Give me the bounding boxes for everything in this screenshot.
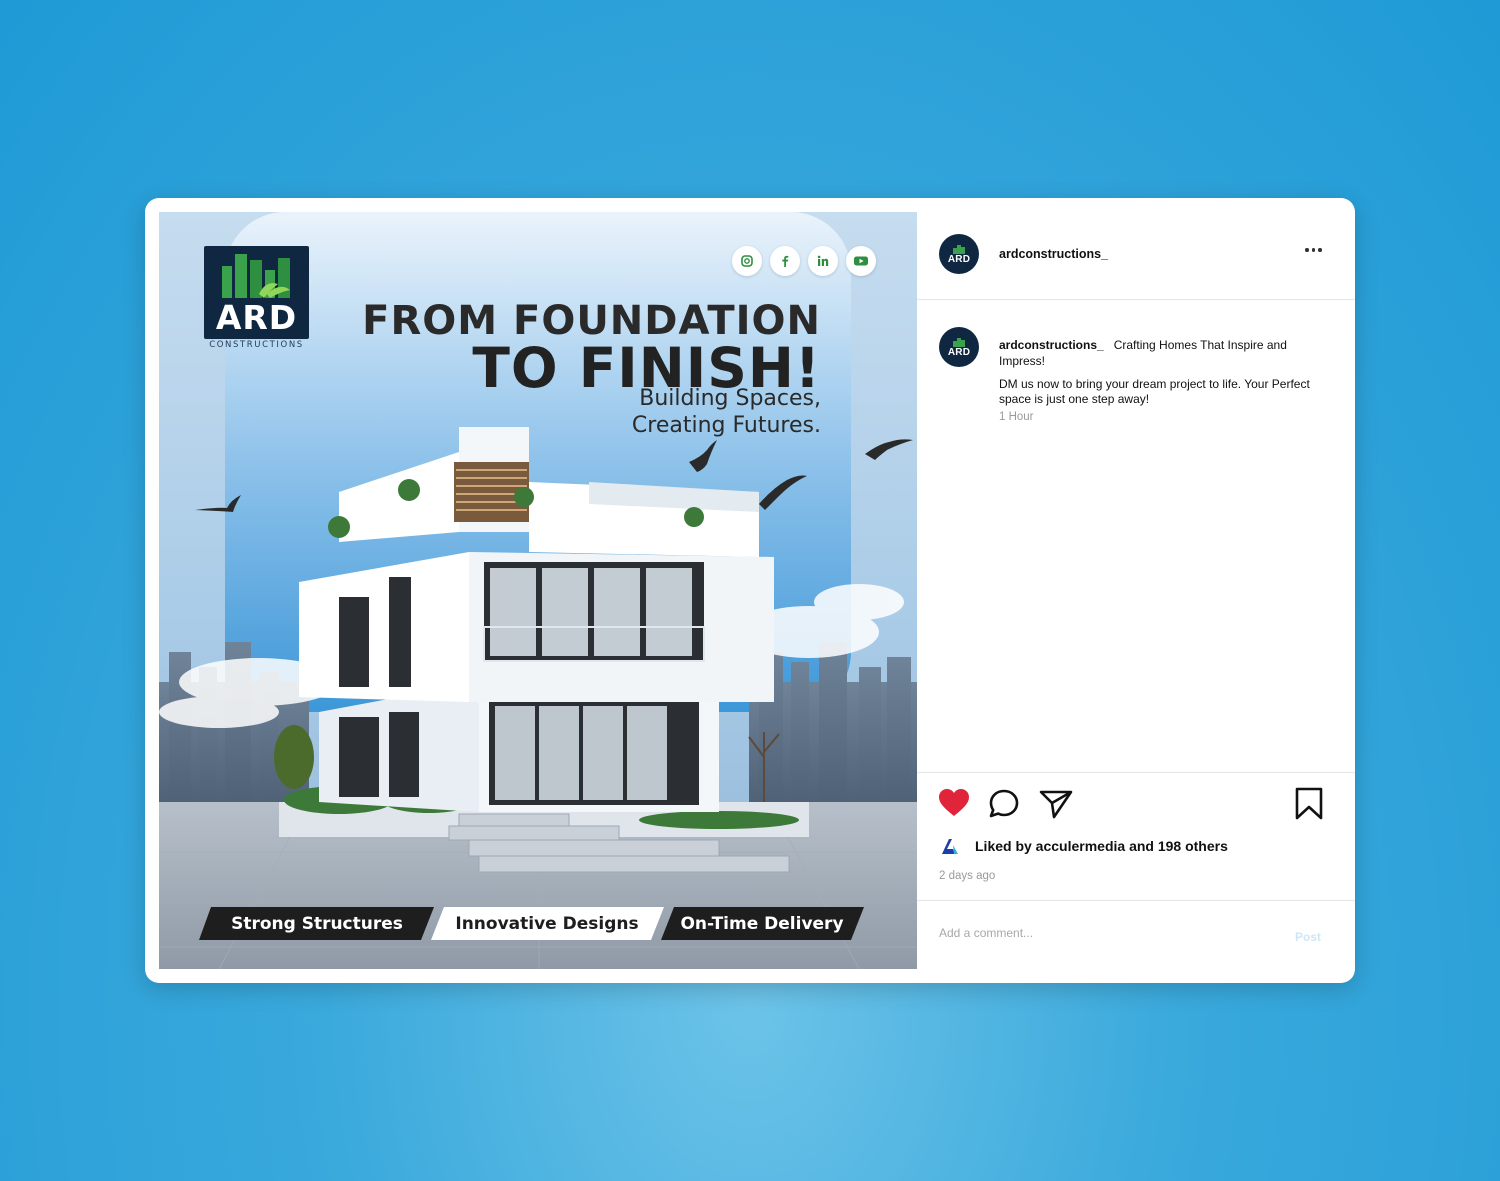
post-date: 2 days ago xyxy=(939,870,996,882)
caption-body: DM us now to bring your dream project to… xyxy=(999,377,1310,406)
tag-strong-structures: Strong Structures xyxy=(231,913,403,934)
likes-text: Liked by acculermedia and 198 others xyxy=(975,838,1228,854)
post-side-panel: ARD ardconstructions_ ARD ardconstructio… xyxy=(917,198,1355,983)
post-header: ARD ardconstructions_ xyxy=(917,198,1355,300)
caption-username[interactable]: ardconstructions_ xyxy=(999,338,1104,352)
avatar-text: ARD xyxy=(947,253,971,265)
post-comment-button[interactable]: Post xyxy=(1295,930,1321,944)
comment-input[interactable] xyxy=(939,926,1239,940)
youtube-icon[interactable] xyxy=(846,246,876,276)
bookmark-icon[interactable] xyxy=(1294,787,1324,826)
caption-avatar-text: ARD xyxy=(947,346,971,358)
liker-logo-icon xyxy=(942,839,958,854)
brand-logo-subtitle: CONSTRUCTIONS xyxy=(209,340,304,350)
tag-innovative-designs: Innovative Designs xyxy=(455,913,639,934)
post-image[interactable]: ARD CONSTRUCTIONS FROM FOUNDATION TO FIN… xyxy=(159,212,917,969)
caption-avatar[interactable]: ARD xyxy=(939,327,979,367)
instagram-post-card: ARD CONSTRUCTIONS FROM FOUNDATION TO FIN… xyxy=(145,198,1355,983)
instagram-icon[interactable] xyxy=(732,246,762,276)
header-username[interactable]: ardconstructions_ xyxy=(999,247,1108,261)
caption-time: 1 Hour xyxy=(999,411,1034,423)
share-send-icon[interactable] xyxy=(1039,789,1073,824)
subheadline-line-1: Building Spaces, xyxy=(639,386,821,411)
like-heart-icon[interactable] xyxy=(938,788,970,823)
caption-title: ardconstructions_ Crafting Homes That Ins… xyxy=(999,337,1299,369)
likes-row[interactable]: Liked by acculermedia and 198 others xyxy=(939,835,1228,857)
brand-logo-text: ARD xyxy=(215,298,298,337)
facebook-icon[interactable] xyxy=(770,246,800,276)
actions-divider xyxy=(917,772,1355,773)
subheadline-line-2: Creating Futures. xyxy=(631,413,821,438)
avatar[interactable]: ARD xyxy=(939,234,979,274)
more-options-icon[interactable] xyxy=(1305,244,1323,256)
comment-icon[interactable] xyxy=(988,789,1020,824)
tag-on-time-delivery: On-Time Delivery xyxy=(680,913,844,934)
comment-divider xyxy=(917,900,1355,901)
linkedin-icon[interactable] xyxy=(808,246,838,276)
